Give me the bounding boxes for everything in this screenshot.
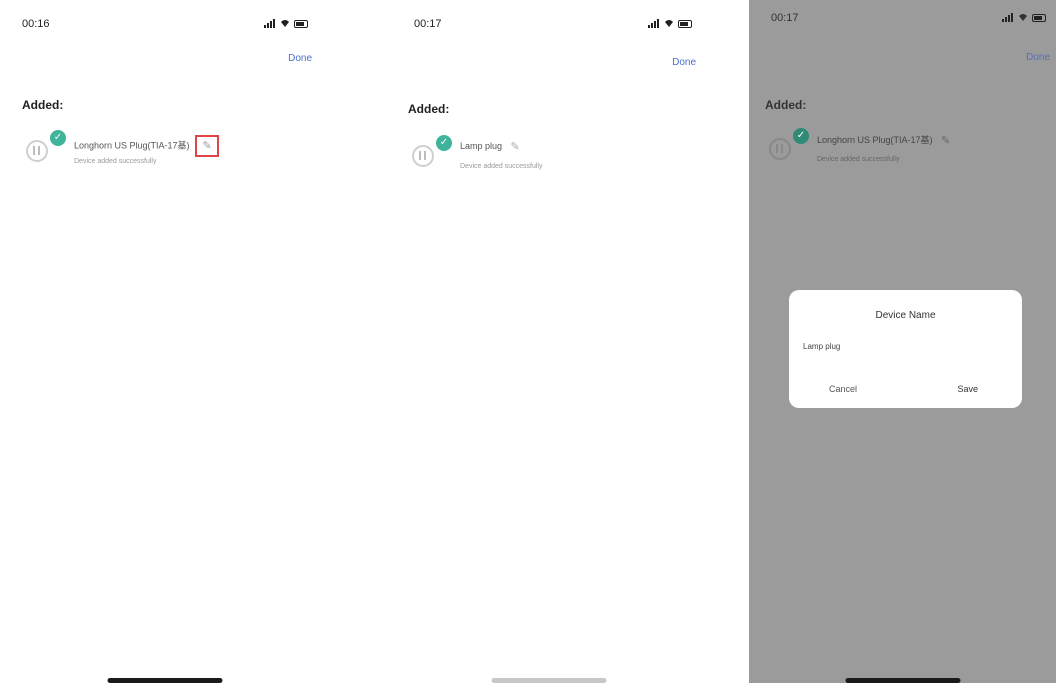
done-button[interactable]: Done xyxy=(288,53,312,64)
status-time: 00:17 xyxy=(771,12,799,24)
device-name-input[interactable]: Lamp plug xyxy=(803,342,1008,351)
device-name-row: Longhorn US Plug(TIA-17基) ✎ xyxy=(74,135,220,157)
device-name: Longhorn US Plug(TIA-17基) xyxy=(817,135,933,145)
signal-icon xyxy=(648,19,660,28)
phone-screen-3: 00:17 Done Added: ✓ Longhorn US Plug(TIA… xyxy=(749,0,1056,683)
dialog-title: Device Name xyxy=(875,310,936,321)
device-status: Device added successfully xyxy=(817,156,900,163)
device-name-row: Lamp plug ✎ xyxy=(460,140,520,153)
done-button[interactable]: Done xyxy=(672,57,696,68)
device-row: ✓ Longhorn US Plug(TIA-17基) ✎ Device add… xyxy=(22,128,320,178)
signal-icon xyxy=(264,19,276,28)
device-name: Lamp plug xyxy=(460,140,503,151)
added-heading: Added: xyxy=(22,98,64,112)
device-status: Device added successfully xyxy=(460,163,543,170)
status-icons xyxy=(648,19,692,28)
phone-screen-1: 00:16 Done Added: ✓ Longhorn US Plug(TIA… xyxy=(0,0,330,683)
device-row: ✓ Longhorn US Plug(TIA-17基) ✎ Device add… xyxy=(765,126,1046,176)
added-heading: Added: xyxy=(765,98,807,112)
battery-icon xyxy=(294,19,308,28)
check-icon: ✓ xyxy=(50,130,66,146)
home-indicator xyxy=(845,678,960,683)
signal-icon xyxy=(1002,13,1014,22)
device-name-row: Longhorn US Plug(TIA-17基) ✎ xyxy=(817,133,950,147)
device-name: Longhorn US Plug(TIA-17基) xyxy=(74,140,190,151)
check-icon: ✓ xyxy=(436,135,452,151)
plug-prongs-icon xyxy=(419,151,426,160)
phone-screen-2: 00:17 Done Added: ✓ Lamp plug ✎ Device a… xyxy=(384,0,714,683)
status-icons xyxy=(264,19,308,28)
cancel-button[interactable]: Cancel xyxy=(829,384,857,394)
status-bar: 00:16 xyxy=(0,18,330,34)
wifi-icon xyxy=(281,20,289,27)
status-time: 00:17 xyxy=(414,18,442,30)
home-indicator xyxy=(491,678,607,683)
plug-prongs-icon xyxy=(776,144,783,153)
plug-prongs-icon xyxy=(33,146,40,155)
battery-icon xyxy=(678,19,692,28)
check-icon: ✓ xyxy=(793,128,809,144)
battery-icon xyxy=(1032,13,1046,22)
status-bar: 00:17 xyxy=(384,18,714,34)
edit-pencil-icon[interactable]: ✎ xyxy=(195,135,220,157)
wifi-icon xyxy=(1019,14,1027,21)
done-button[interactable]: Done xyxy=(1026,52,1050,63)
device-status: Device added successfully xyxy=(74,158,157,165)
device-name-dialog: Device Name Lamp plug Cancel Save xyxy=(789,290,1022,408)
status-bar: 00:17 xyxy=(749,12,1056,28)
edit-pencil-icon[interactable]: ✎ xyxy=(511,140,520,153)
wifi-icon xyxy=(665,20,673,27)
status-time: 00:16 xyxy=(22,18,50,30)
save-button[interactable]: Save xyxy=(957,384,978,394)
edit-pencil-icon[interactable]: ✎ xyxy=(941,134,950,147)
home-indicator xyxy=(107,678,223,683)
added-heading: Added: xyxy=(408,102,450,116)
device-row: ✓ Lamp plug ✎ Device added successfully xyxy=(408,133,704,183)
status-icons xyxy=(1002,13,1046,22)
